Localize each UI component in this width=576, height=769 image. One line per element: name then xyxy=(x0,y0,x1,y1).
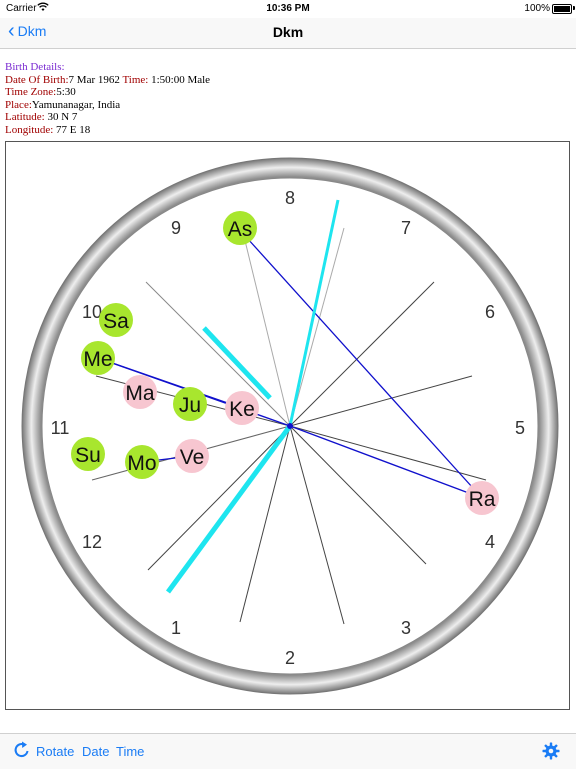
planet-ra[interactable]: Ra xyxy=(465,481,499,515)
planet-ra-label: Ra xyxy=(469,488,496,511)
dial-center xyxy=(287,423,293,429)
gear-icon[interactable] xyxy=(542,742,560,765)
spoke xyxy=(289,281,435,427)
battery-percent: 100% xyxy=(524,3,550,14)
birth-details-heading: Birth Details: xyxy=(5,61,65,73)
latitude-value: 30 N 7 xyxy=(47,111,78,124)
planet-ju-label: Ju xyxy=(179,394,201,417)
dial-number-5: 5 xyxy=(515,418,525,438)
time-button[interactable]: Time xyxy=(116,744,144,759)
dial-number-6: 6 xyxy=(485,302,495,322)
planet-ke[interactable]: Ke xyxy=(225,391,259,425)
rotate-button[interactable]: Rotate xyxy=(36,744,74,759)
planet-su[interactable]: Su xyxy=(71,437,105,471)
planet-mo[interactable]: Mo xyxy=(125,445,159,479)
planet-ju[interactable]: Ju xyxy=(173,387,207,421)
aspect-line xyxy=(289,425,483,499)
place-label: Place: xyxy=(5,98,32,111)
longitude-value: 77 E 18 xyxy=(56,123,91,136)
dial-number-8: 8 xyxy=(285,188,295,208)
dial-number-4: 4 xyxy=(485,532,495,552)
dkm-chart[interactable]: 1 2 3 4 5 6 7 8 9 10 11 12 As Sa Me Ma J… xyxy=(5,141,570,710)
latitude-row: Latitude: 30 N 7 xyxy=(5,111,565,124)
dob-value: 7 Mar 1962 xyxy=(68,73,120,86)
planet-sa-label: Sa xyxy=(103,310,129,333)
dial-number-9: 9 xyxy=(171,218,181,238)
planet-me[interactable]: Me xyxy=(81,341,115,375)
longitude-row: Longitude: 77 E 18 xyxy=(5,124,565,137)
spoke xyxy=(145,281,291,427)
status-bar: Carrier 10:36 PM 100% xyxy=(0,0,576,18)
spoke xyxy=(289,375,473,427)
dial-number-7: 7 xyxy=(401,218,411,238)
navigation-bar: ‹ Dkm Dkm xyxy=(0,18,576,49)
dial-number-3: 3 xyxy=(401,618,411,638)
spoke xyxy=(289,227,345,427)
planet-ke-label: Ke xyxy=(229,398,255,421)
timezone-value: 5:30 xyxy=(56,86,76,99)
planet-su-label: Su xyxy=(75,444,101,467)
dial-number-2: 2 xyxy=(285,648,295,668)
spoke xyxy=(239,425,291,623)
house-spokes xyxy=(91,219,487,625)
status-time: 10:36 PM xyxy=(266,3,310,14)
planet-ma-label: Ma xyxy=(125,382,154,405)
dial-number-1: 1 xyxy=(171,618,181,638)
longitude-label: Longitude: xyxy=(5,123,54,136)
page-title: Dkm xyxy=(272,24,304,40)
spoke xyxy=(289,425,487,481)
hand-long xyxy=(288,199,340,427)
planet-me-label: Me xyxy=(83,348,112,371)
battery-icon xyxy=(552,4,572,14)
timezone-row: Time Zone:5:30 xyxy=(5,86,565,99)
date-button[interactable]: Date xyxy=(82,744,109,759)
planet-sa[interactable]: Sa xyxy=(99,303,133,337)
planet-markers: As Sa Me Ma Ju Ke Su Mo Ve Ra xyxy=(71,211,499,515)
dial-number-12: 12 xyxy=(82,532,102,552)
place-row: Place:Yamunanagar, India xyxy=(5,99,565,112)
bottom-toolbar: Rotate Date Time xyxy=(0,733,576,769)
planet-as-label: As xyxy=(228,218,253,241)
dial-number-10: 10 xyxy=(82,302,102,322)
battery-nub xyxy=(573,6,575,10)
rotate-icon[interactable] xyxy=(12,740,32,765)
dial-svg: 1 2 3 4 5 6 7 8 9 10 11 12 As Sa Me Ma J… xyxy=(21,157,559,695)
latitude-label: Latitude: xyxy=(5,111,45,124)
timezone-label: Time Zone: xyxy=(5,86,57,99)
dob-row: Date Of Birth:7 Mar 1962 Time: 1:50:00 M… xyxy=(5,74,565,87)
hand-short xyxy=(202,326,272,400)
planet-ve-label: Ve xyxy=(180,446,205,469)
dob-label: Date Of Birth: xyxy=(5,73,69,86)
planet-ma[interactable]: Ma xyxy=(123,375,157,409)
time-value: 1:50:00 Male xyxy=(151,73,211,86)
place-value: Yamunanagar, India xyxy=(31,98,121,111)
dial-number-11: 11 xyxy=(51,418,70,438)
planet-as[interactable]: As xyxy=(223,211,257,245)
spoke xyxy=(289,425,427,565)
spoke xyxy=(147,425,291,571)
planet-mo-label: Mo xyxy=(127,452,156,475)
time-label: Time: xyxy=(122,73,149,86)
spoke xyxy=(289,425,345,625)
aspect-line xyxy=(97,357,243,409)
planet-ve[interactable]: Ve xyxy=(175,439,209,473)
birth-details: Birth Details: Date Of Birth:7 Mar 1962 … xyxy=(5,61,565,137)
